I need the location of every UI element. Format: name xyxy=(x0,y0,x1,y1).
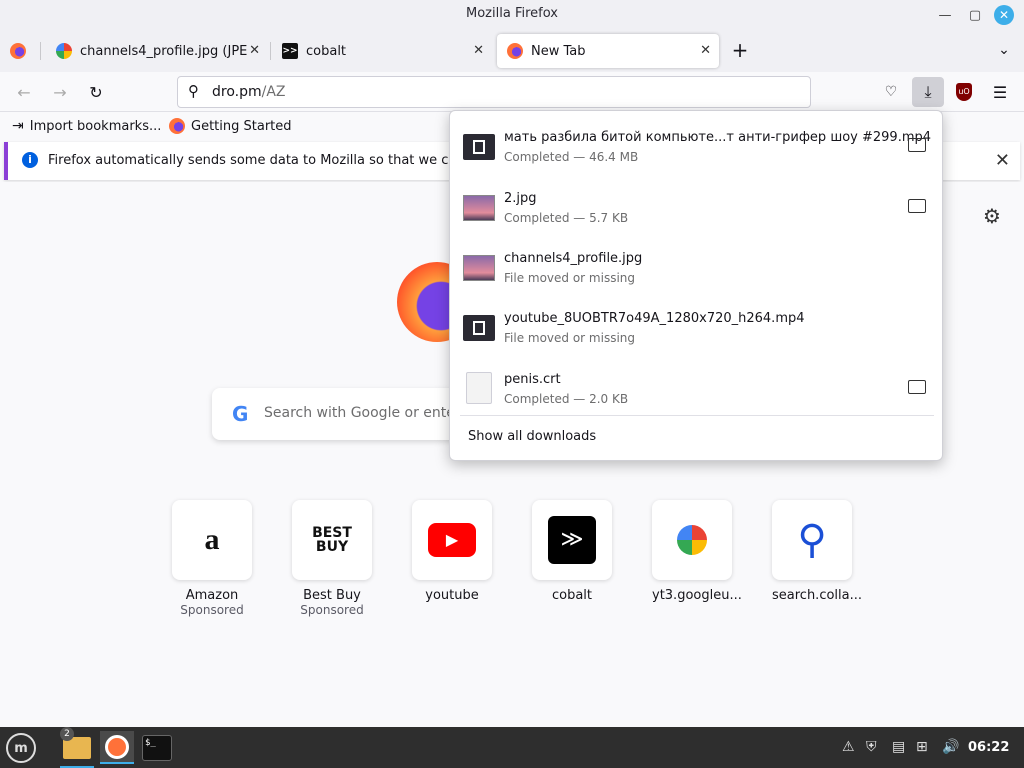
ublock-origin-icon[interactable]: uO xyxy=(952,80,976,104)
image-thumbnail-icon xyxy=(463,255,495,281)
show-all-downloads-button[interactable]: Show all downloads xyxy=(468,429,596,444)
reload-icon[interactable]: ↻ xyxy=(84,80,108,104)
video-file-icon xyxy=(463,134,495,160)
back-arrow-icon[interactable]: ← xyxy=(12,80,36,104)
terminal-app[interactable]: $_ xyxy=(140,731,174,764)
top-site-search[interactable]: ⚲ search.colla... xyxy=(772,500,862,603)
youtube-icon: ▶ xyxy=(428,523,476,557)
search-placeholder: Search with Google or ente xyxy=(264,405,455,421)
google-icon: G xyxy=(232,402,249,426)
terminal-icon: $_ xyxy=(142,734,172,761)
notification-text: Firefox automatically sends some data to… xyxy=(48,153,494,168)
magnifier-icon: ⚲ xyxy=(797,517,827,563)
title-bar: Mozilla Firefox — ▢ ✕ xyxy=(0,0,1024,30)
network-icon[interactable]: ⊞ xyxy=(916,739,928,755)
top-site-best-buy[interactable]: BEST BUY Best Buy Sponsored xyxy=(292,500,372,617)
window-title: Mozilla Firefox xyxy=(466,6,558,21)
best-buy-icon: BEST BUY xyxy=(312,525,352,555)
top-site-youtube[interactable]: ▶ youtube xyxy=(412,500,492,603)
download-arrow-icon: ⤓ xyxy=(924,82,932,101)
top-site-cobalt[interactable]: ≫ cobalt xyxy=(532,500,612,603)
image-thumbnail-icon xyxy=(463,195,495,221)
video-file-icon xyxy=(463,315,495,341)
clock[interactable]: 06:22 xyxy=(968,740,1009,755)
url-path: /AZ xyxy=(261,84,286,100)
firefox-view-icon[interactable] xyxy=(10,43,26,59)
folder-icon[interactable] xyxy=(908,199,926,213)
downloads-button[interactable]: ⤓ xyxy=(912,77,944,107)
top-site-amazon[interactable]: a Amazon Sponsored xyxy=(172,500,252,617)
bookmark-import[interactable]: ⇥ Import bookmarks... xyxy=(12,118,161,134)
gear-icon[interactable]: ⚙ xyxy=(983,204,1001,228)
download-item[interactable]: penis.crt Completed — 2.0 KB xyxy=(450,356,944,416)
tab-cobalt[interactable]: >> cobalt ✕ xyxy=(272,34,492,68)
firefox-icon xyxy=(105,734,129,759)
generic-file-icon xyxy=(466,372,492,404)
taskbar: m 2 $_ ⚠ ⛨ ▤ ⊞ 🔊 06:22 xyxy=(0,727,1024,768)
google-photos-icon xyxy=(56,43,72,59)
downloads-panel: мать разбила битой компьюте...т анти-гри… xyxy=(449,110,943,461)
navigation-bar: ← → ↻ ⚲ dro.pm/AZ ♡ ⤓ uO ☰ xyxy=(0,72,1024,112)
pocket-icon[interactable]: ♡ xyxy=(879,80,903,104)
window-count-badge: 2 xyxy=(60,727,74,741)
close-window-button[interactable]: ✕ xyxy=(994,5,1014,25)
info-icon: i xyxy=(22,152,38,168)
forward-arrow-icon[interactable]: → xyxy=(48,80,72,104)
new-tab-plus-icon[interactable]: + xyxy=(728,38,752,62)
tab-close-icon[interactable]: ✕ xyxy=(700,43,711,58)
mint-menu-icon[interactable]: m xyxy=(6,733,36,763)
tab-channels4-profile[interactable]: channels4_profile.jpg (JPEG ✕ xyxy=(46,34,268,68)
amazon-icon: a xyxy=(204,523,220,556)
folder-icon[interactable] xyxy=(908,380,926,394)
cobalt-icon: ≫ xyxy=(548,516,596,564)
shield-icon[interactable]: ⛨ xyxy=(866,739,877,755)
maximize-button[interactable]: ▢ xyxy=(965,5,985,25)
bookmark-getting-started[interactable]: Getting Started xyxy=(169,118,292,134)
list-all-tabs-chevron-icon[interactable]: ⌄ xyxy=(992,38,1016,62)
url-bar[interactable]: ⚲ dro.pm/AZ xyxy=(177,76,811,108)
cobalt-icon: >> xyxy=(282,43,298,59)
firefox-icon xyxy=(169,118,185,134)
folder-icon[interactable] xyxy=(908,138,926,152)
google-photos-icon xyxy=(677,525,707,555)
firefox-icon xyxy=(507,43,523,59)
tab-close-icon[interactable]: ✕ xyxy=(249,43,260,58)
url-host: dro.pm xyxy=(212,84,262,100)
divider xyxy=(460,415,934,416)
download-item[interactable]: мать разбила битой компьюте...т анти-гри… xyxy=(450,114,944,174)
top-sites: a Amazon Sponsored BEST BUY Best Buy Spon… xyxy=(172,500,872,630)
clipboard-icon[interactable]: ▤ xyxy=(892,739,905,755)
volume-icon[interactable]: 🔊 xyxy=(942,739,959,755)
firefox-taskbar-app[interactable] xyxy=(100,731,134,764)
hamburger-menu-icon[interactable]: ☰ xyxy=(988,80,1012,104)
notification-close-icon[interactable]: ✕ xyxy=(995,150,1010,171)
search-icon: ⚲ xyxy=(188,82,199,100)
minimize-button[interactable]: — xyxy=(935,5,955,25)
tab-separator xyxy=(270,42,271,60)
tab-close-icon[interactable]: ✕ xyxy=(473,43,484,58)
top-site-yt3[interactable]: yt3.googleu... xyxy=(652,500,742,603)
download-item[interactable]: channels4_profile.jpg File moved or miss… xyxy=(450,235,944,295)
import-icon: ⇥ xyxy=(12,118,24,134)
update-manager-icon[interactable]: ⚠ xyxy=(842,739,855,755)
download-item[interactable]: 2.jpg Completed — 5.7 KB xyxy=(450,175,944,235)
tab-new-tab[interactable]: New Tab ✕ xyxy=(497,34,719,68)
download-item[interactable]: youtube_8UOBTR7o49A_1280x720_h264.mp4 Fi… xyxy=(450,295,944,355)
tab-strip: channels4_profile.jpg (JPEG ✕ >> cobalt … xyxy=(0,30,1024,72)
tab-separator xyxy=(40,42,41,60)
